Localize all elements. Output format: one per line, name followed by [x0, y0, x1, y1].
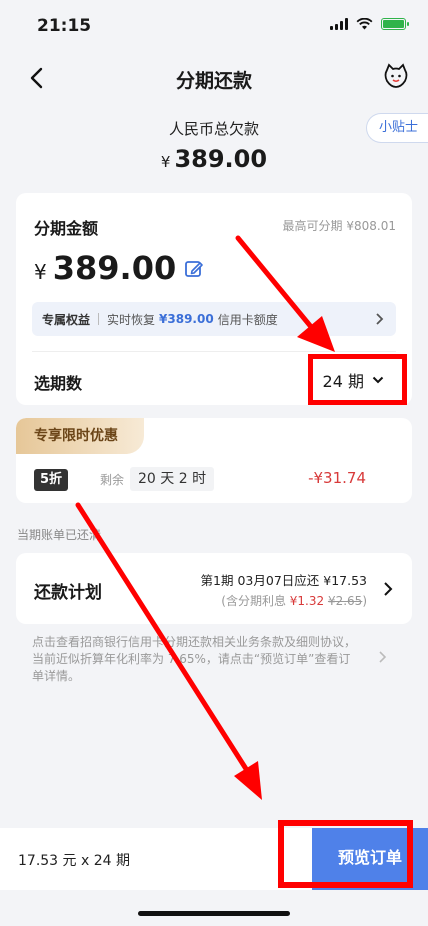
page-title: 分期还款: [175, 70, 252, 92]
preview-order-button[interactable]: 预览订单: [312, 828, 428, 890]
divider: [32, 351, 396, 352]
status-icons: [330, 18, 409, 30]
battery-icon: [381, 18, 409, 30]
benefit-prefix: 实时恢复: [107, 312, 156, 327]
benefit-tag: 专属权益: [42, 312, 91, 327]
installment-card: 分期金额 最高可分期 ¥808.01 ¥ 389.00 专属权益 实时恢复 ¥3…: [16, 193, 412, 405]
total-debt: 人民币总欠款 ¥389.00: [0, 118, 428, 173]
chevron-right-icon: [379, 651, 387, 663]
edit-icon[interactable]: [184, 259, 204, 279]
tip-button[interactable]: 小贴士: [365, 113, 428, 143]
installment-title: 分期金额: [34, 219, 99, 238]
installment-amount-value: 389.00: [52, 249, 177, 287]
bottom-bar: 17.53 元 x 24 期 预览订单: [0, 828, 428, 890]
benefit-separator: [98, 313, 100, 325]
plan-interest-value: ¥1.32: [289, 594, 325, 608]
installment-currency: ¥: [34, 260, 47, 284]
discount-badge: 5折: [34, 469, 69, 491]
payment-summary: 17.53 元 x 24 期: [18, 853, 130, 869]
total-debt-label: 人民币总欠款: [168, 120, 259, 138]
plan-label: 还款计划: [34, 583, 102, 603]
status-bar: 21:15: [0, 0, 428, 50]
chevron-right-icon: [384, 582, 393, 596]
mascot-icon[interactable]: [382, 62, 410, 90]
nav-bar: 分期还款: [0, 58, 428, 98]
remain-time: 20 天 2 时: [130, 467, 215, 491]
term-value: 24 期: [322, 372, 364, 391]
signal-icon: [330, 18, 348, 30]
wifi-icon: [356, 18, 373, 30]
offer-ribbon: 专享限时优惠: [16, 418, 144, 454]
chevron-down-icon: [372, 376, 384, 384]
max-installment: 最高可分期 ¥808.01: [282, 219, 396, 233]
plan-first-payment: 第1期 03月07日应还 ¥17.53: [200, 573, 367, 588]
terms-notice[interactable]: 点击查看招商银行信用卡分期还款相关业务条款及细则协议，当前近似折算年化利率为 7…: [32, 634, 362, 685]
total-currency: ¥: [160, 153, 171, 171]
total-amount-value: 389.00: [174, 145, 268, 173]
repayment-plan-card[interactable]: 还款计划 第1期 03月07日应还 ¥17.53 (含分期利息 ¥1.32 ¥2…: [16, 553, 412, 624]
plan-interest-suffix: ): [362, 594, 367, 608]
benefit-amount: ¥389.00: [159, 312, 214, 326]
term-dropdown[interactable]: 24 期: [312, 365, 394, 395]
plan-interest-prefix: (含分期利息: [221, 594, 290, 608]
plan-original-interest: ¥2.65: [327, 594, 363, 608]
chevron-right-icon: [376, 313, 384, 325]
offer-card: 专享限时优惠 5折 剩余 20 天 2 时 -¥31.74: [16, 418, 412, 503]
plan-interest: (含分期利息 ¥1.32 ¥2.65): [221, 592, 367, 609]
total-debt-amount: ¥389.00: [0, 145, 428, 173]
remain-label: 剩余: [100, 473, 125, 487]
term-label: 选期数: [34, 374, 83, 393]
bill-status: 当期账单已还清: [17, 528, 102, 542]
offer-saving: -¥31.74: [308, 469, 366, 487]
home-indicator: [138, 911, 290, 916]
installment-amount: ¥ 389.00: [34, 249, 204, 287]
benefit-suffix: 信用卡额度: [217, 312, 278, 327]
benefit-bar[interactable]: 专属权益 实时恢复 ¥389.00 信用卡额度: [32, 302, 396, 336]
status-time: 21:15: [37, 16, 92, 36]
